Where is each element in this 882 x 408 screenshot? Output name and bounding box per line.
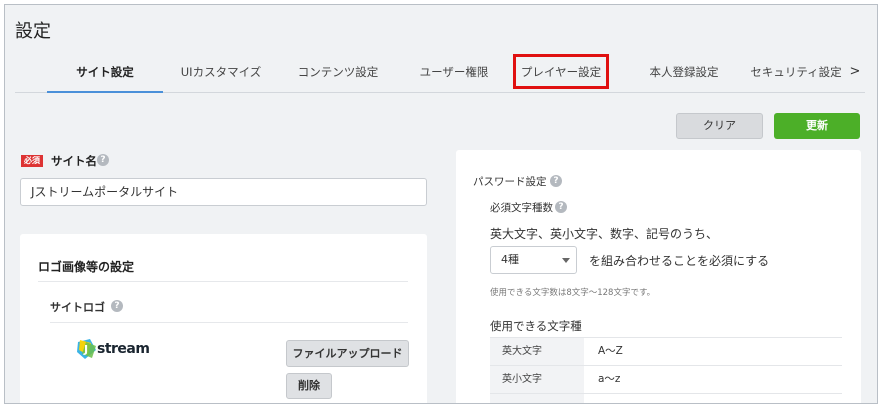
- char-type-name: 英小文字: [490, 366, 584, 393]
- character-count-hint: 使用できる文字数は8文字〜128文字です。: [490, 288, 656, 298]
- jstream-logo: J stream: [76, 338, 156, 364]
- site-name-label: サイト名: [51, 154, 97, 168]
- char-type-name: [490, 394, 584, 403]
- table-row: 英大文字 A〜Z: [490, 337, 842, 365]
- password-description: 英大文字、英小文字、数字、記号のうち、: [490, 227, 719, 241]
- logo-settings-heading: ロゴ画像等の設定: [38, 260, 135, 274]
- settings-window: 設定 サイト設定 UIカスタマイズ コンテンツ設定 ユーザー権限 プレイヤー設定…: [4, 4, 878, 404]
- caret-down-icon: [562, 258, 570, 263]
- password-settings-heading: パスワード設定: [473, 176, 547, 188]
- table-row: 英小文字 a〜z: [490, 365, 842, 393]
- tab-identity-registration[interactable]: 本人登録設定: [631, 51, 737, 93]
- select-value: 4種: [501, 253, 519, 266]
- page-title: 設定: [15, 21, 51, 42]
- divider: [38, 281, 408, 282]
- chevron-right-icon[interactable]: >: [847, 51, 863, 93]
- required-types-select[interactable]: 4種: [490, 246, 577, 274]
- delete-button[interactable]: 削除: [286, 373, 332, 399]
- char-type-name: 英大文字: [490, 338, 584, 365]
- table-row: [490, 393, 842, 403]
- settings-tabs: サイト設定 UIカスタマイズ コンテンツ設定 ユーザー権限 プレイヤー設定 本人…: [15, 51, 865, 93]
- file-upload-button[interactable]: ファイルアップロード: [286, 340, 409, 367]
- help-icon[interactable]: ?: [550, 175, 562, 187]
- password-settings-card: パスワード設定 ? 必須文字種数 ? 英大文字、英小文字、数字、記号のうち、 4…: [456, 150, 861, 403]
- tab-user-permissions[interactable]: ユーザー権限: [399, 51, 509, 93]
- char-type-range: A〜Z: [598, 345, 623, 357]
- help-icon[interactable]: ?: [97, 154, 109, 166]
- usable-character-types-heading: 使用できる文字種: [490, 319, 582, 333]
- tab-ui-customize[interactable]: UIカスタマイズ: [165, 51, 277, 93]
- update-button[interactable]: 更新: [774, 113, 860, 139]
- logo-settings-card: ロゴ画像等の設定 サイトロゴ ? J stream ファイルアップロード 削除: [20, 234, 427, 403]
- help-icon[interactable]: ?: [555, 201, 567, 213]
- player-settings-highlight-box: [513, 54, 609, 89]
- required-types-label: 必須文字種数: [490, 202, 553, 214]
- tab-security-settings[interactable]: セキュリティ設定: [743, 51, 849, 93]
- tab-site-settings[interactable]: サイト設定: [47, 51, 163, 93]
- site-logo-label: サイトロゴ: [50, 301, 105, 314]
- site-name-input[interactable]: Jストリームポータルサイト: [20, 178, 427, 206]
- char-type-range: a〜z: [598, 373, 621, 385]
- svg-text:J: J: [83, 343, 88, 356]
- clear-button[interactable]: クリア: [676, 113, 763, 139]
- password-combination-suffix: を組み合わせることを必須にする: [589, 254, 770, 268]
- help-icon[interactable]: ?: [111, 300, 123, 312]
- logo-text: stream: [97, 341, 150, 357]
- tab-content-settings[interactable]: コンテンツ設定: [279, 51, 397, 93]
- divider: [50, 322, 408, 323]
- required-badge: 必須: [21, 155, 43, 167]
- jstream-logo-mark-icon: J: [77, 339, 96, 359]
